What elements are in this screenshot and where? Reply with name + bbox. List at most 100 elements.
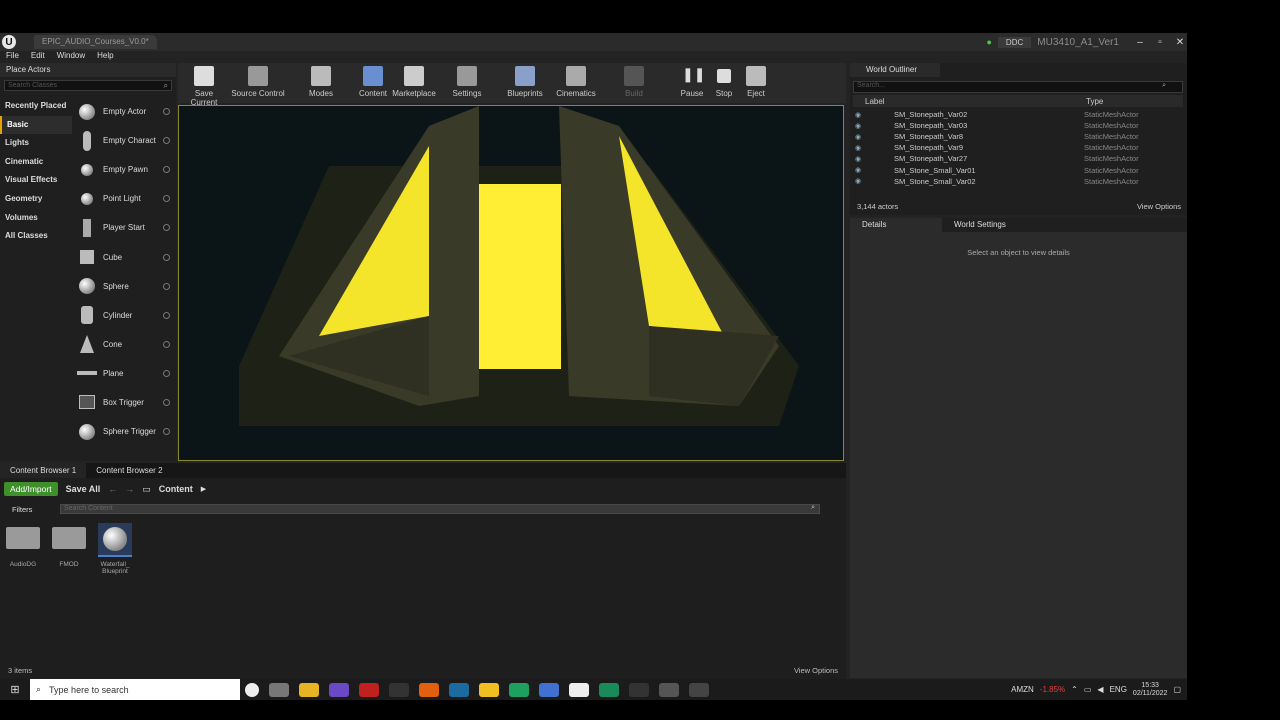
eye-icon[interactable]: ◉ xyxy=(855,133,865,141)
steam-icon[interactable] xyxy=(449,682,469,697)
actor-item[interactable]: Empty Charact xyxy=(74,126,174,155)
content-button[interactable]: Content xyxy=(358,66,388,98)
outliner-row[interactable]: ◉ SM_Stonepath_Var8 StaticMeshActor xyxy=(853,131,1183,142)
blueprints-button[interactable]: Blueprints xyxy=(506,66,544,98)
task-view-icon[interactable] xyxy=(269,682,289,697)
outliner-row[interactable]: ◉ SM_Stonepath_Var9 StaticMeshActor xyxy=(853,142,1183,153)
modes-button[interactable]: Modes xyxy=(306,66,336,98)
app-icon[interactable] xyxy=(659,682,679,697)
network-icon[interactable]: ▭ xyxy=(1084,685,1092,694)
actor-item[interactable]: Cone xyxy=(74,330,174,359)
unity-icon[interactable] xyxy=(629,682,649,697)
category-basic[interactable]: Basic xyxy=(0,115,72,135)
clock[interactable]: 15:33 02/11/2022 xyxy=(1133,682,1168,698)
app-icon[interactable] xyxy=(599,682,619,697)
app-icon[interactable] xyxy=(569,682,589,697)
content-browser-2-tab[interactable]: Content Browser 2 xyxy=(86,463,172,478)
ddc-button[interactable]: DDC xyxy=(997,36,1032,48)
actor-item[interactable]: Box Trigger xyxy=(74,388,174,417)
project-tab[interactable]: EPIC_AUDIO_Courses_V0.0* xyxy=(34,35,157,49)
actor-item[interactable]: Point Light xyxy=(74,184,174,213)
content-browser-1-tab[interactable]: Content Browser 1 xyxy=(0,463,87,478)
settings-button[interactable]: Settings xyxy=(452,66,482,98)
world-settings-tab[interactable]: World Settings xyxy=(942,218,1018,232)
actor-item[interactable]: Plane xyxy=(74,359,174,388)
info-icon[interactable] xyxy=(163,398,170,406)
eject-button[interactable]: Eject xyxy=(744,66,768,98)
app-icon[interactable] xyxy=(329,682,349,697)
chevron-up-icon[interactable]: ⌃ xyxy=(1071,685,1078,694)
outliner-row[interactable]: ◉ SM_Stonepath_Var27 StaticMeshActor xyxy=(853,153,1183,164)
actor-item[interactable]: Cylinder xyxy=(74,301,174,330)
content-search-input[interactable]: Search Content ⌕ xyxy=(60,504,820,514)
save-all-button[interactable]: Save All xyxy=(66,484,101,494)
close-icon[interactable]: ✕ xyxy=(1173,37,1187,48)
info-icon[interactable] xyxy=(163,224,170,232)
actor-item[interactable]: Sphere xyxy=(74,272,174,301)
level-viewport[interactable] xyxy=(178,105,844,461)
actor-item[interactable]: Sphere Trigger xyxy=(74,417,174,446)
eye-icon[interactable]: ◉ xyxy=(855,111,865,119)
content-view-options-button[interactable]: View Options xyxy=(794,666,838,675)
outliner-row[interactable]: ◉ SM_Stonepath_Var03 StaticMeshActor xyxy=(853,120,1183,131)
info-icon[interactable] xyxy=(163,253,170,261)
language-indicator[interactable]: ENG xyxy=(1110,685,1127,694)
menu-help[interactable]: Help xyxy=(91,51,119,63)
stock-ticker[interactable]: AMZN xyxy=(1011,685,1034,694)
column-type-header[interactable]: Type xyxy=(1086,97,1103,106)
menu-window[interactable]: Window xyxy=(51,51,91,63)
category-cinematic[interactable]: Cinematic xyxy=(0,153,72,172)
outliner-row[interactable]: ◉ SM_Stonepath_Var02 StaticMeshActor xyxy=(853,109,1183,120)
opera-icon[interactable] xyxy=(359,682,379,697)
outliner-search-input[interactable]: Search... ⌕ xyxy=(853,81,1183,93)
category-all-classes[interactable]: All Classes xyxy=(0,227,72,246)
add-import-button[interactable]: Add/Import xyxy=(4,482,58,496)
volume-icon[interactable]: ◀ xyxy=(1097,685,1103,694)
info-icon[interactable] xyxy=(163,282,170,290)
source-control-button[interactable]: Source Control xyxy=(231,66,285,98)
cortana-icon[interactable] xyxy=(245,682,259,697)
back-arrow-icon[interactable]: ← xyxy=(108,484,117,494)
minimize-icon[interactable]: – xyxy=(1133,37,1147,48)
actor-item[interactable]: Cube xyxy=(74,242,174,271)
column-label-header[interactable]: Label xyxy=(865,97,885,106)
category-recently-placed[interactable]: Recently Placed xyxy=(0,97,72,116)
actor-item[interactable]: Empty Pawn xyxy=(74,155,174,184)
actor-item[interactable]: Player Start xyxy=(74,213,174,242)
info-icon[interactable] xyxy=(163,108,170,116)
outliner-view-options-button[interactable]: View Options xyxy=(1137,202,1181,211)
forward-arrow-icon[interactable]: → xyxy=(125,484,134,494)
cinematics-button[interactable]: Cinematics xyxy=(556,66,596,98)
sticky-notes-icon[interactable] xyxy=(479,682,499,697)
asset-folder[interactable]: AudioDG xyxy=(4,523,42,575)
info-icon[interactable] xyxy=(163,340,170,348)
marketplace-button[interactable]: Marketplace xyxy=(392,66,436,98)
info-icon[interactable] xyxy=(163,428,170,436)
info-icon[interactable] xyxy=(163,369,170,377)
unreal-icon[interactable] xyxy=(689,682,709,697)
firefox-icon[interactable] xyxy=(419,682,439,697)
taskbar-search-input[interactable]: ⌕ Type here to search xyxy=(30,679,240,700)
actor-item[interactable]: Empty Actor xyxy=(74,97,174,126)
class-search-input[interactable]: Search Classes ⌕ xyxy=(4,80,172,91)
info-icon[interactable] xyxy=(163,137,170,145)
eye-icon[interactable]: ◉ xyxy=(855,144,865,152)
details-tab[interactable]: Details xyxy=(850,218,942,232)
chevron-right-icon[interactable]: ▶ xyxy=(201,485,206,493)
notifications-icon[interactable]: ▢ xyxy=(1173,685,1181,694)
category-geometry[interactable]: Geometry xyxy=(0,190,72,209)
stop-button[interactable]: Stop xyxy=(712,66,736,98)
eye-icon[interactable]: ◉ xyxy=(855,177,865,185)
info-icon[interactable] xyxy=(163,195,170,203)
eye-icon[interactable]: ◉ xyxy=(855,122,865,130)
eye-icon[interactable]: ◉ xyxy=(855,155,865,163)
category-lights[interactable]: Lights xyxy=(0,134,72,153)
menu-file[interactable]: File xyxy=(0,51,25,63)
windows-start-icon[interactable]: ⊞ xyxy=(0,683,30,696)
app-icon[interactable] xyxy=(539,682,559,697)
file-explorer-icon[interactable] xyxy=(299,682,319,697)
menu-edit[interactable]: Edit xyxy=(25,51,51,63)
outliner-row[interactable]: ◉ SM_Stone_Small_Var02 StaticMeshActor xyxy=(853,176,1183,187)
category-volumes[interactable]: Volumes xyxy=(0,209,72,228)
build-button[interactable]: Build xyxy=(622,66,646,98)
